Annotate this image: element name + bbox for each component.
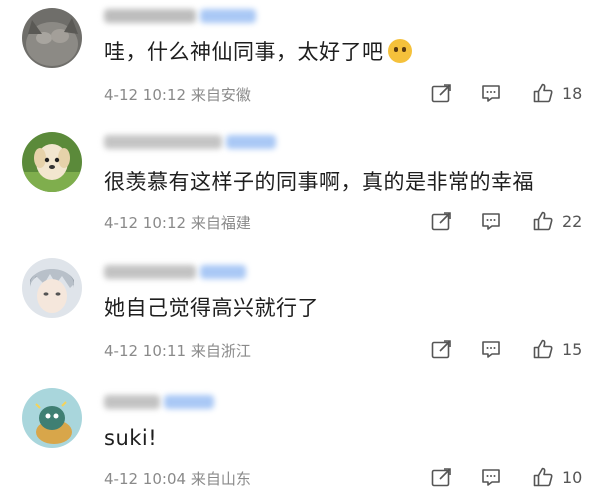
comment-icon[interactable] xyxy=(480,466,502,488)
comment-actions: 18 xyxy=(430,82,582,104)
like-icon[interactable] xyxy=(532,210,554,232)
share-icon[interactable] xyxy=(430,210,452,232)
comment-actions: 22 xyxy=(430,210,582,232)
like-icon[interactable] xyxy=(532,466,554,488)
comment-time: 4-12 10:12 xyxy=(104,86,187,104)
comment-icon[interactable] xyxy=(480,82,502,104)
blurred-username[interactable] xyxy=(104,6,256,26)
comment-actions: 15 xyxy=(430,338,582,360)
share-icon[interactable] xyxy=(430,82,452,104)
comment-item: 她自己觉得高兴就行了 4-12 10:11 来自浙江 15 xyxy=(0,250,600,374)
like-count: 18 xyxy=(562,83,583,103)
like-icon[interactable] xyxy=(532,338,554,360)
comment-location: 来自山东 xyxy=(190,470,251,488)
comment-text: 她自己觉得高兴就行了 xyxy=(104,296,319,320)
comment-text: suki! xyxy=(104,426,158,450)
comment-location: 来自浙江 xyxy=(190,342,251,360)
comment-text: 哇，什么神仙同事，太好了吧 xyxy=(104,36,412,66)
like-icon[interactable] xyxy=(532,82,554,104)
comment-time: 4-12 10:12 xyxy=(104,214,187,232)
surprised-emoji-icon xyxy=(387,39,412,63)
like-count: 22 xyxy=(562,211,583,231)
user-avatar[interactable] xyxy=(22,258,82,318)
comment-item: 很羡慕有这样子的同事啊，真的是非常的幸福 4-12 10:12 来自福建 22 xyxy=(0,124,600,248)
comment-location: 来自安徽 xyxy=(190,86,251,104)
user-avatar[interactable] xyxy=(22,132,82,192)
blurred-username[interactable] xyxy=(104,392,214,412)
user-avatar[interactable] xyxy=(22,388,82,448)
comment-time: 4-12 10:11 xyxy=(104,342,187,360)
comment-meta: 4-12 10:04 来自山东 xyxy=(104,468,251,489)
comment-time: 4-12 10:04 xyxy=(104,470,187,488)
like-count: 10 xyxy=(562,467,583,487)
like-count: 15 xyxy=(562,339,583,359)
comment-item: suki! 4-12 10:04 来自山东 10 xyxy=(0,378,600,497)
comment-item: 哇，什么神仙同事，太好了吧 4-12 10:12 来自安徽 18 xyxy=(0,0,600,124)
comment-location: 来自福建 xyxy=(190,214,251,232)
comment-actions: 10 xyxy=(430,466,582,488)
comment-meta: 4-12 10:11 来自浙江 xyxy=(104,340,251,361)
share-icon[interactable] xyxy=(430,338,452,360)
comment-meta: 4-12 10:12 来自福建 xyxy=(104,212,251,233)
blurred-username[interactable] xyxy=(104,262,246,282)
comment-text: 很羡慕有这样子的同事啊，真的是非常的幸福 xyxy=(104,170,534,194)
comment-icon[interactable] xyxy=(480,338,502,360)
user-avatar[interactable] xyxy=(22,8,82,68)
blurred-username[interactable] xyxy=(104,132,276,152)
share-icon[interactable] xyxy=(430,466,452,488)
comment-meta: 4-12 10:12 来自安徽 xyxy=(104,84,251,105)
comment-icon[interactable] xyxy=(480,210,502,232)
